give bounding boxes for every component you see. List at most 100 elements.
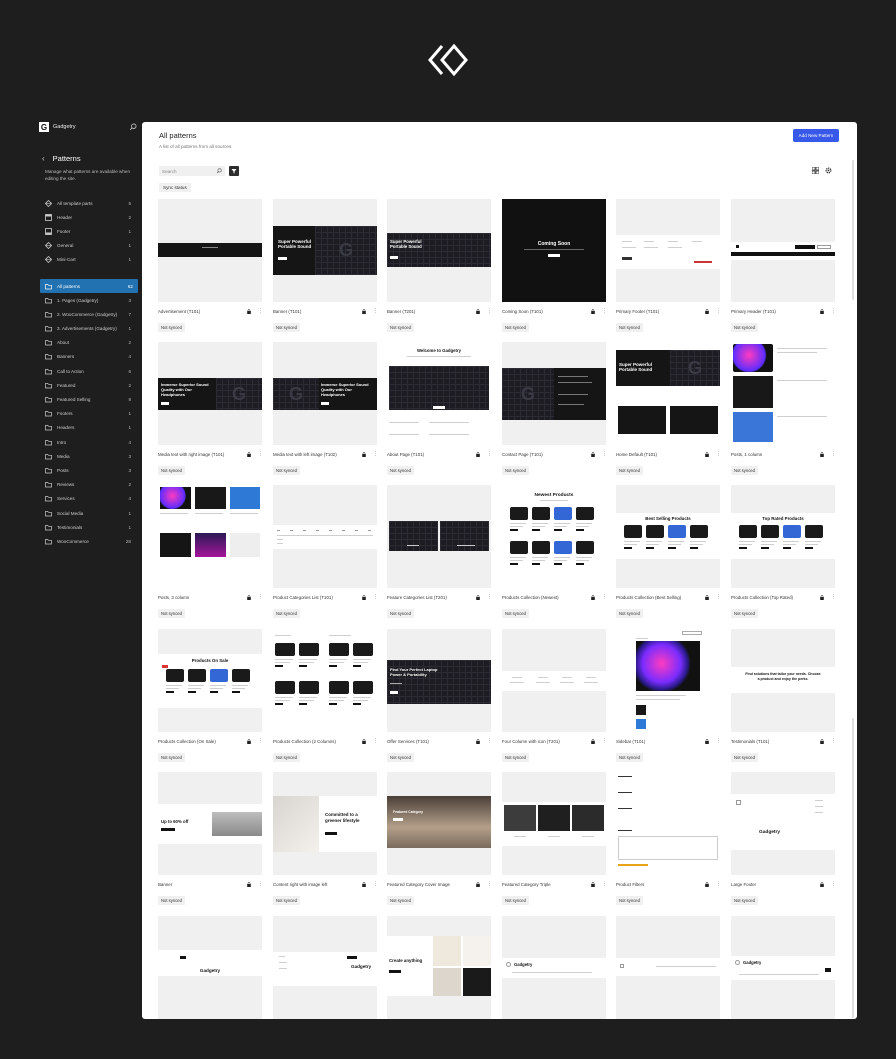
pattern-card[interactable]: Four Column with icon (T201) ⋮ Not synce… <box>502 629 607 764</box>
pattern-preview[interactable]: Find Your Perfect Laptop Power & Portabi… <box>387 629 491 732</box>
more-options-icon[interactable]: ⋮ <box>487 451 492 457</box>
pattern-card[interactable]: Products On Sale Products Collection (On… <box>158 629 263 764</box>
pattern-card[interactable]: Posts, 1 column ⋮ Not synced <box>731 342 836 477</box>
sidebar-item-category[interactable]: Posts 3 <box>36 463 140 477</box>
back-arrow-icon[interactable]: ‹ <box>42 154 45 163</box>
pattern-preview[interactable] <box>731 342 835 445</box>
sidebar-item-category[interactable]: WooCommerce 28 <box>36 534 140 548</box>
sidebar-item-template-part[interactable]: Mini-Cart 1 <box>36 253 140 267</box>
pattern-preview[interactable]: Gadgetry <box>731 772 835 875</box>
sidebar-item-category[interactable]: Social Media 1 <box>36 506 140 520</box>
more-options-icon[interactable]: ⋮ <box>373 738 378 744</box>
sidebar-item-template-part[interactable]: Footer 1 <box>36 224 140 238</box>
pattern-name[interactable]: Posts, 1 column <box>731 452 820 457</box>
pattern-name[interactable]: Featured Category Triple <box>502 882 591 887</box>
pattern-name[interactable]: About Page (T101) <box>387 452 476 457</box>
pattern-preview[interactable] <box>616 199 720 302</box>
more-options-icon[interactable]: ⋮ <box>831 594 836 600</box>
sidebar-item-category[interactable]: Testimonials 1 <box>36 520 140 534</box>
pattern-card[interactable]: G Contact Page (T101) ⋮ Not synced <box>502 342 607 477</box>
pattern-name[interactable]: Testimonials (T101) <box>731 739 820 744</box>
pattern-card[interactable]: G Immerse Superior Sound Quality with Our… <box>158 342 263 477</box>
pattern-name[interactable]: Coming Soon (T101) <box>502 309 591 314</box>
pattern-card[interactable]: Top Rated Products Products Collection (… <box>731 485 836 620</box>
pattern-preview[interactable]: Gadgetry <box>273 916 377 1019</box>
more-options-icon[interactable]: ⋮ <box>831 881 836 887</box>
pattern-card[interactable]: Featured Category Featured Category Cove… <box>387 772 492 907</box>
sidebar-item-category[interactable]: Featured Selling 8 <box>36 392 140 406</box>
pattern-preview[interactable] <box>616 772 720 875</box>
sidebar-item-template-part[interactable]: General 1 <box>36 239 140 253</box>
sidebar-item-template-part[interactable]: Header 2 <box>36 210 140 224</box>
sidebar-item-category[interactable]: Call to Action 6 <box>36 364 140 378</box>
pattern-preview[interactable] <box>273 485 377 588</box>
pattern-card[interactable]: Advertisement (T101) ⋮ Not synced <box>158 199 263 334</box>
pattern-card[interactable]: Product Categories List (T101) ⋮ Not syn… <box>273 485 378 620</box>
add-new-pattern-button[interactable]: Add New Pattern <box>793 129 839 142</box>
pattern-preview[interactable]: Committed to a greener lifestyle <box>273 772 377 875</box>
site-logo[interactable]: G <box>39 122 49 132</box>
pattern-card[interactable]: Products Collection (2 Columns) ⋮ Not sy… <box>273 629 378 764</box>
pattern-preview[interactable] <box>502 772 606 875</box>
pattern-card[interactable]: Coming Soon Coming Soon (T101) ⋮ Not syn… <box>502 199 607 334</box>
pattern-preview[interactable]: Welcome to Gadgetry <box>387 342 491 445</box>
more-options-icon[interactable]: ⋮ <box>602 308 607 314</box>
more-options-icon[interactable]: ⋮ <box>373 451 378 457</box>
more-options-icon[interactable]: ⋮ <box>602 594 607 600</box>
pattern-preview[interactable] <box>502 629 606 732</box>
sidebar-item-category[interactable]: About 2 <box>36 336 140 350</box>
pattern-card[interactable]: Find solutions that tailor your needs. C… <box>731 629 836 764</box>
pattern-card[interactable]: Posts, 3 column ⋮ Not synced <box>158 485 263 620</box>
pattern-preview[interactable]: Create anything <box>387 916 491 1019</box>
pattern-preview[interactable]: Top Rated Products <box>731 485 835 588</box>
pattern-preview[interactable]: G Immerse Superior Sound Quality with Our… <box>158 342 262 445</box>
more-options-icon[interactable]: ⋮ <box>258 594 263 600</box>
more-options-icon[interactable]: ⋮ <box>602 738 607 744</box>
pattern-name[interactable]: Four Column with icon (T201) <box>502 739 591 744</box>
pattern-name[interactable]: Banner (T201) <box>387 309 476 314</box>
pattern-name[interactable]: Featured Category Cover Image <box>387 882 476 887</box>
pattern-card[interactable]: Committed to a greener lifestyle Content… <box>273 772 378 907</box>
pattern-card[interactable]: Newest Products Products Collection (New… <box>502 485 607 620</box>
pattern-name[interactable]: Products Collection (2 Columns) <box>273 739 362 744</box>
pattern-card[interactable]: Gadgetry <box>273 916 377 1019</box>
pattern-name[interactable]: Feature Categories List (T201) <box>387 595 476 600</box>
pattern-card[interactable]: Gadgetry <box>502 916 606 1019</box>
sidebar-item-category[interactable]: Footers 1 <box>36 407 140 421</box>
pattern-preview[interactable]: Products On Sale <box>158 629 262 732</box>
pattern-card[interactable]: Create anything <box>387 916 491 1019</box>
pattern-preview[interactable] <box>158 485 262 588</box>
more-options-icon[interactable]: ⋮ <box>487 594 492 600</box>
search-input[interactable]: Search <box>159 166 225 176</box>
more-options-icon[interactable]: ⋮ <box>831 451 836 457</box>
more-options-icon[interactable]: ⋮ <box>831 738 836 744</box>
pattern-name[interactable]: Product Categories List (T101) <box>273 595 362 600</box>
more-options-icon[interactable]: ⋮ <box>716 451 721 457</box>
pattern-preview[interactable]: Featured Category <box>387 772 491 875</box>
pattern-preview[interactable] <box>158 199 262 302</box>
pattern-name[interactable]: Product Filters <box>616 882 705 887</box>
grid-view-icon[interactable] <box>812 167 819 174</box>
pattern-preview[interactable]: G Immerse Superior Sound Quality with Our… <box>273 342 377 445</box>
more-options-icon[interactable]: ⋮ <box>716 881 721 887</box>
pattern-name[interactable]: Media text with right image (T101) <box>158 452 247 457</box>
pattern-name[interactable]: Products Collection (On Sale) <box>158 739 247 744</box>
scrollbar-track[interactable] <box>852 718 854 1018</box>
pattern-preview[interactable]: G Super Powerful Portable Sound <box>273 199 377 302</box>
more-options-icon[interactable]: ⋮ <box>487 738 492 744</box>
more-options-icon[interactable]: ⋮ <box>258 308 263 314</box>
pattern-name[interactable]: Sidebar (T101) <box>616 739 705 744</box>
more-options-icon[interactable]: ⋮ <box>716 308 721 314</box>
pattern-card[interactable]: Super Powerful Portable Sound Banner (T2… <box>387 199 492 334</box>
pattern-preview[interactable]: Super Powerful Portable Sound <box>387 199 491 302</box>
pattern-card[interactable]: G Super Powerful Portable Sound Home Defa… <box>616 342 721 477</box>
pattern-name[interactable]: Offer Services (T101) <box>387 739 476 744</box>
pattern-name[interactable]: Banner (T101) <box>273 309 362 314</box>
pattern-preview[interactable]: Up to 60% off <box>158 772 262 875</box>
pattern-name[interactable]: Large Footer <box>731 882 820 887</box>
more-options-icon[interactable]: ⋮ <box>373 881 378 887</box>
sidebar-item-category[interactable]: All patterns 62 <box>40 278 138 294</box>
pattern-preview[interactable] <box>616 629 720 732</box>
sidebar-item-template-part[interactable]: All template parts 5 <box>36 196 140 210</box>
filter-button[interactable] <box>229 166 239 176</box>
